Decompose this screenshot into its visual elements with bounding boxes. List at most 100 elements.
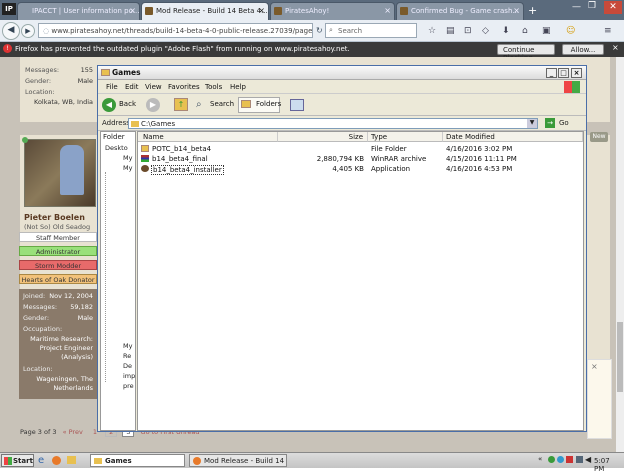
close-button[interactable]: × <box>571 68 582 78</box>
volume-icon[interactable]: ◀ <box>585 455 591 464</box>
close-tab-icon[interactable]: × <box>258 6 265 15</box>
address-input[interactable]: C:\Games ▼ <box>128 118 538 129</box>
explorer-title-bar[interactable]: Games _ □ × <box>98 66 586 80</box>
messages-value: 155 <box>80 66 93 74</box>
tray-app-icon[interactable] <box>557 456 564 463</box>
close-tab-icon[interactable]: × <box>513 6 520 15</box>
back-button[interactable]: Back <box>119 100 136 108</box>
browser-tab-bar: IP IPACCT | User information po... × Mod … <box>0 0 624 20</box>
maximize-button[interactable]: □ <box>558 68 569 78</box>
page-scrollbar[interactable] <box>616 57 624 452</box>
menu-tools[interactable]: Tools <box>205 83 222 91</box>
user-name[interactable]: Pieter Boelen <box>24 213 96 222</box>
close-window-button[interactable]: ✕ <box>604 1 622 14</box>
task-firefox[interactable]: Mod Release - Build 14 B... <box>189 454 287 467</box>
close-tab-icon[interactable]: × <box>129 6 136 15</box>
file-name: POTC_b14_beta4 <box>152 145 212 153</box>
up-folder-icon[interactable]: ↑ <box>174 98 188 111</box>
task-label: Games <box>105 457 132 465</box>
tree-item[interactable]: My <box>123 154 132 162</box>
url-bar[interactable]: ◌ www.piratesahoy.net/threads/build-14-b… <box>38 23 313 38</box>
tab-label: IPACCT | User information po... <box>32 7 140 15</box>
folders-button[interactable]: Folders <box>256 100 281 108</box>
dropdown-arrow-icon[interactable]: ▼ <box>527 119 537 128</box>
menu-favorites[interactable]: Favorites <box>168 83 200 91</box>
lock-icon[interactable]: ⊡ <box>464 26 472 36</box>
go-arrow-icon[interactable]: → <box>545 118 555 128</box>
star-icon[interactable]: ☆ <box>428 26 436 36</box>
tab-confirmed-bug[interactable]: Confirmed Bug - Game crash... × <box>396 2 524 20</box>
tray-app-icon[interactable] <box>548 456 555 463</box>
search-button[interactable]: Search <box>210 100 234 108</box>
tree-expanders[interactable] <box>105 172 115 382</box>
url-text: www.piratesahoy.net/threads/build-14-bet… <box>51 27 313 35</box>
column-type[interactable]: Type <box>368 132 443 142</box>
file-size: 2,880,794 KB <box>316 155 364 163</box>
network-icon[interactable] <box>576 456 583 463</box>
notification-popup: × <box>587 359 612 439</box>
taskbar: Start e Games Mod Release - Build 14 B..… <box>0 452 624 473</box>
ie-icon[interactable]: e <box>38 455 44 466</box>
search-input[interactable]: ⌕ Search <box>325 23 417 38</box>
tray-app-icon[interactable] <box>566 456 573 463</box>
location-label: Location: <box>23 365 53 373</box>
firefox-icon[interactable] <box>52 456 61 465</box>
allow-button[interactable]: Allow... <box>562 44 604 55</box>
close-tab-icon[interactable]: × <box>384 6 391 15</box>
tree-item[interactable]: Re <box>123 352 131 360</box>
reload-icon[interactable]: ↻ <box>316 26 323 35</box>
close-icon[interactable]: × <box>612 43 619 52</box>
folder-icon <box>101 69 110 76</box>
go-button[interactable]: Go <box>559 119 569 127</box>
continue-blocking-button[interactable]: Continue Blocking <box>497 44 555 62</box>
minimize-window-button[interactable]: — <box>572 2 581 12</box>
file-size: 4,405 KB <box>332 165 364 173</box>
back-button[interactable]: ◀ <box>2 22 20 40</box>
tab-mod-release[interactable]: Mod Release - Build 14 Beta 4... × <box>141 2 269 20</box>
reader-icon[interactable]: ▤ <box>446 26 455 36</box>
tree-item[interactable]: De <box>123 362 132 370</box>
close-icon[interactable]: × <box>591 362 598 371</box>
tree-item[interactable]: pre <box>123 382 134 390</box>
forward-arrow-icon[interactable]: ▶ <box>146 98 160 112</box>
badge-storm-modder: Storm Modder <box>19 260 97 270</box>
file-name: b14_beta4_installer <box>151 165 224 175</box>
task-games[interactable]: Games <box>90 454 185 467</box>
home-icon[interactable]: ⌂ <box>522 26 528 36</box>
smiley-icon[interactable]: ☺ <box>566 26 575 36</box>
menu-file[interactable]: File <box>106 83 118 91</box>
explorer-icon[interactable] <box>67 456 76 464</box>
new-tab-button[interactable]: + <box>528 4 537 17</box>
tree-item[interactable]: Deskto <box>105 144 128 152</box>
menu-icon[interactable]: ≡ <box>604 26 612 36</box>
menu-help[interactable]: Help <box>230 83 246 91</box>
download-icon[interactable]: ⬇ <box>502 26 510 36</box>
menu-edit[interactable]: Edit <box>125 83 139 91</box>
file-row[interactable]: POTC_b14_beta4 File Folder 4/16/2016 3:0… <box>138 144 583 154</box>
pager-prev[interactable]: « Prev <box>63 428 83 436</box>
tree-item[interactable]: My <box>123 342 132 350</box>
pocket-icon[interactable]: ◇ <box>482 26 489 36</box>
minimize-button[interactable]: _ <box>546 68 557 78</box>
tree-item[interactable]: imp <box>123 372 135 380</box>
start-button[interactable]: Start <box>1 454 34 467</box>
restore-window-button[interactable]: ❐ <box>588 1 596 11</box>
browser-nav-bar: ◀ ▶ ◌ www.piratesahoy.net/threads/build-… <box>0 20 624 42</box>
column-date-modified[interactable]: Date Modified <box>443 132 583 142</box>
menu-view[interactable]: View <box>145 83 162 91</box>
tray-arrow-icon[interactable]: « <box>538 455 542 463</box>
forward-button[interactable]: ▶ <box>21 24 35 38</box>
tab-piratesahoy[interactable]: PiratesAhoy! × <box>270 2 395 20</box>
views-icon[interactable] <box>290 99 304 111</box>
chat-icon[interactable]: ▣ <box>542 26 551 36</box>
file-type: Application <box>371 165 411 173</box>
tree-item[interactable]: My <box>123 164 132 172</box>
column-size[interactable]: Size <box>278 132 368 142</box>
file-row[interactable]: b14_beta4_final 2,880,794 KB WinRAR arch… <box>138 154 583 164</box>
file-row-selected[interactable]: b14_beta4_installer 4,405 KB Application… <box>138 164 583 175</box>
tab-ipacct[interactable]: IPACCT | User information po... × <box>17 2 140 20</box>
badge-administrator: Administrator <box>19 246 97 256</box>
column-name[interactable]: Name <box>138 132 278 142</box>
back-arrow-icon[interactable]: ◀ <box>102 98 116 112</box>
clock[interactable]: 5:07 PM <box>594 457 622 473</box>
